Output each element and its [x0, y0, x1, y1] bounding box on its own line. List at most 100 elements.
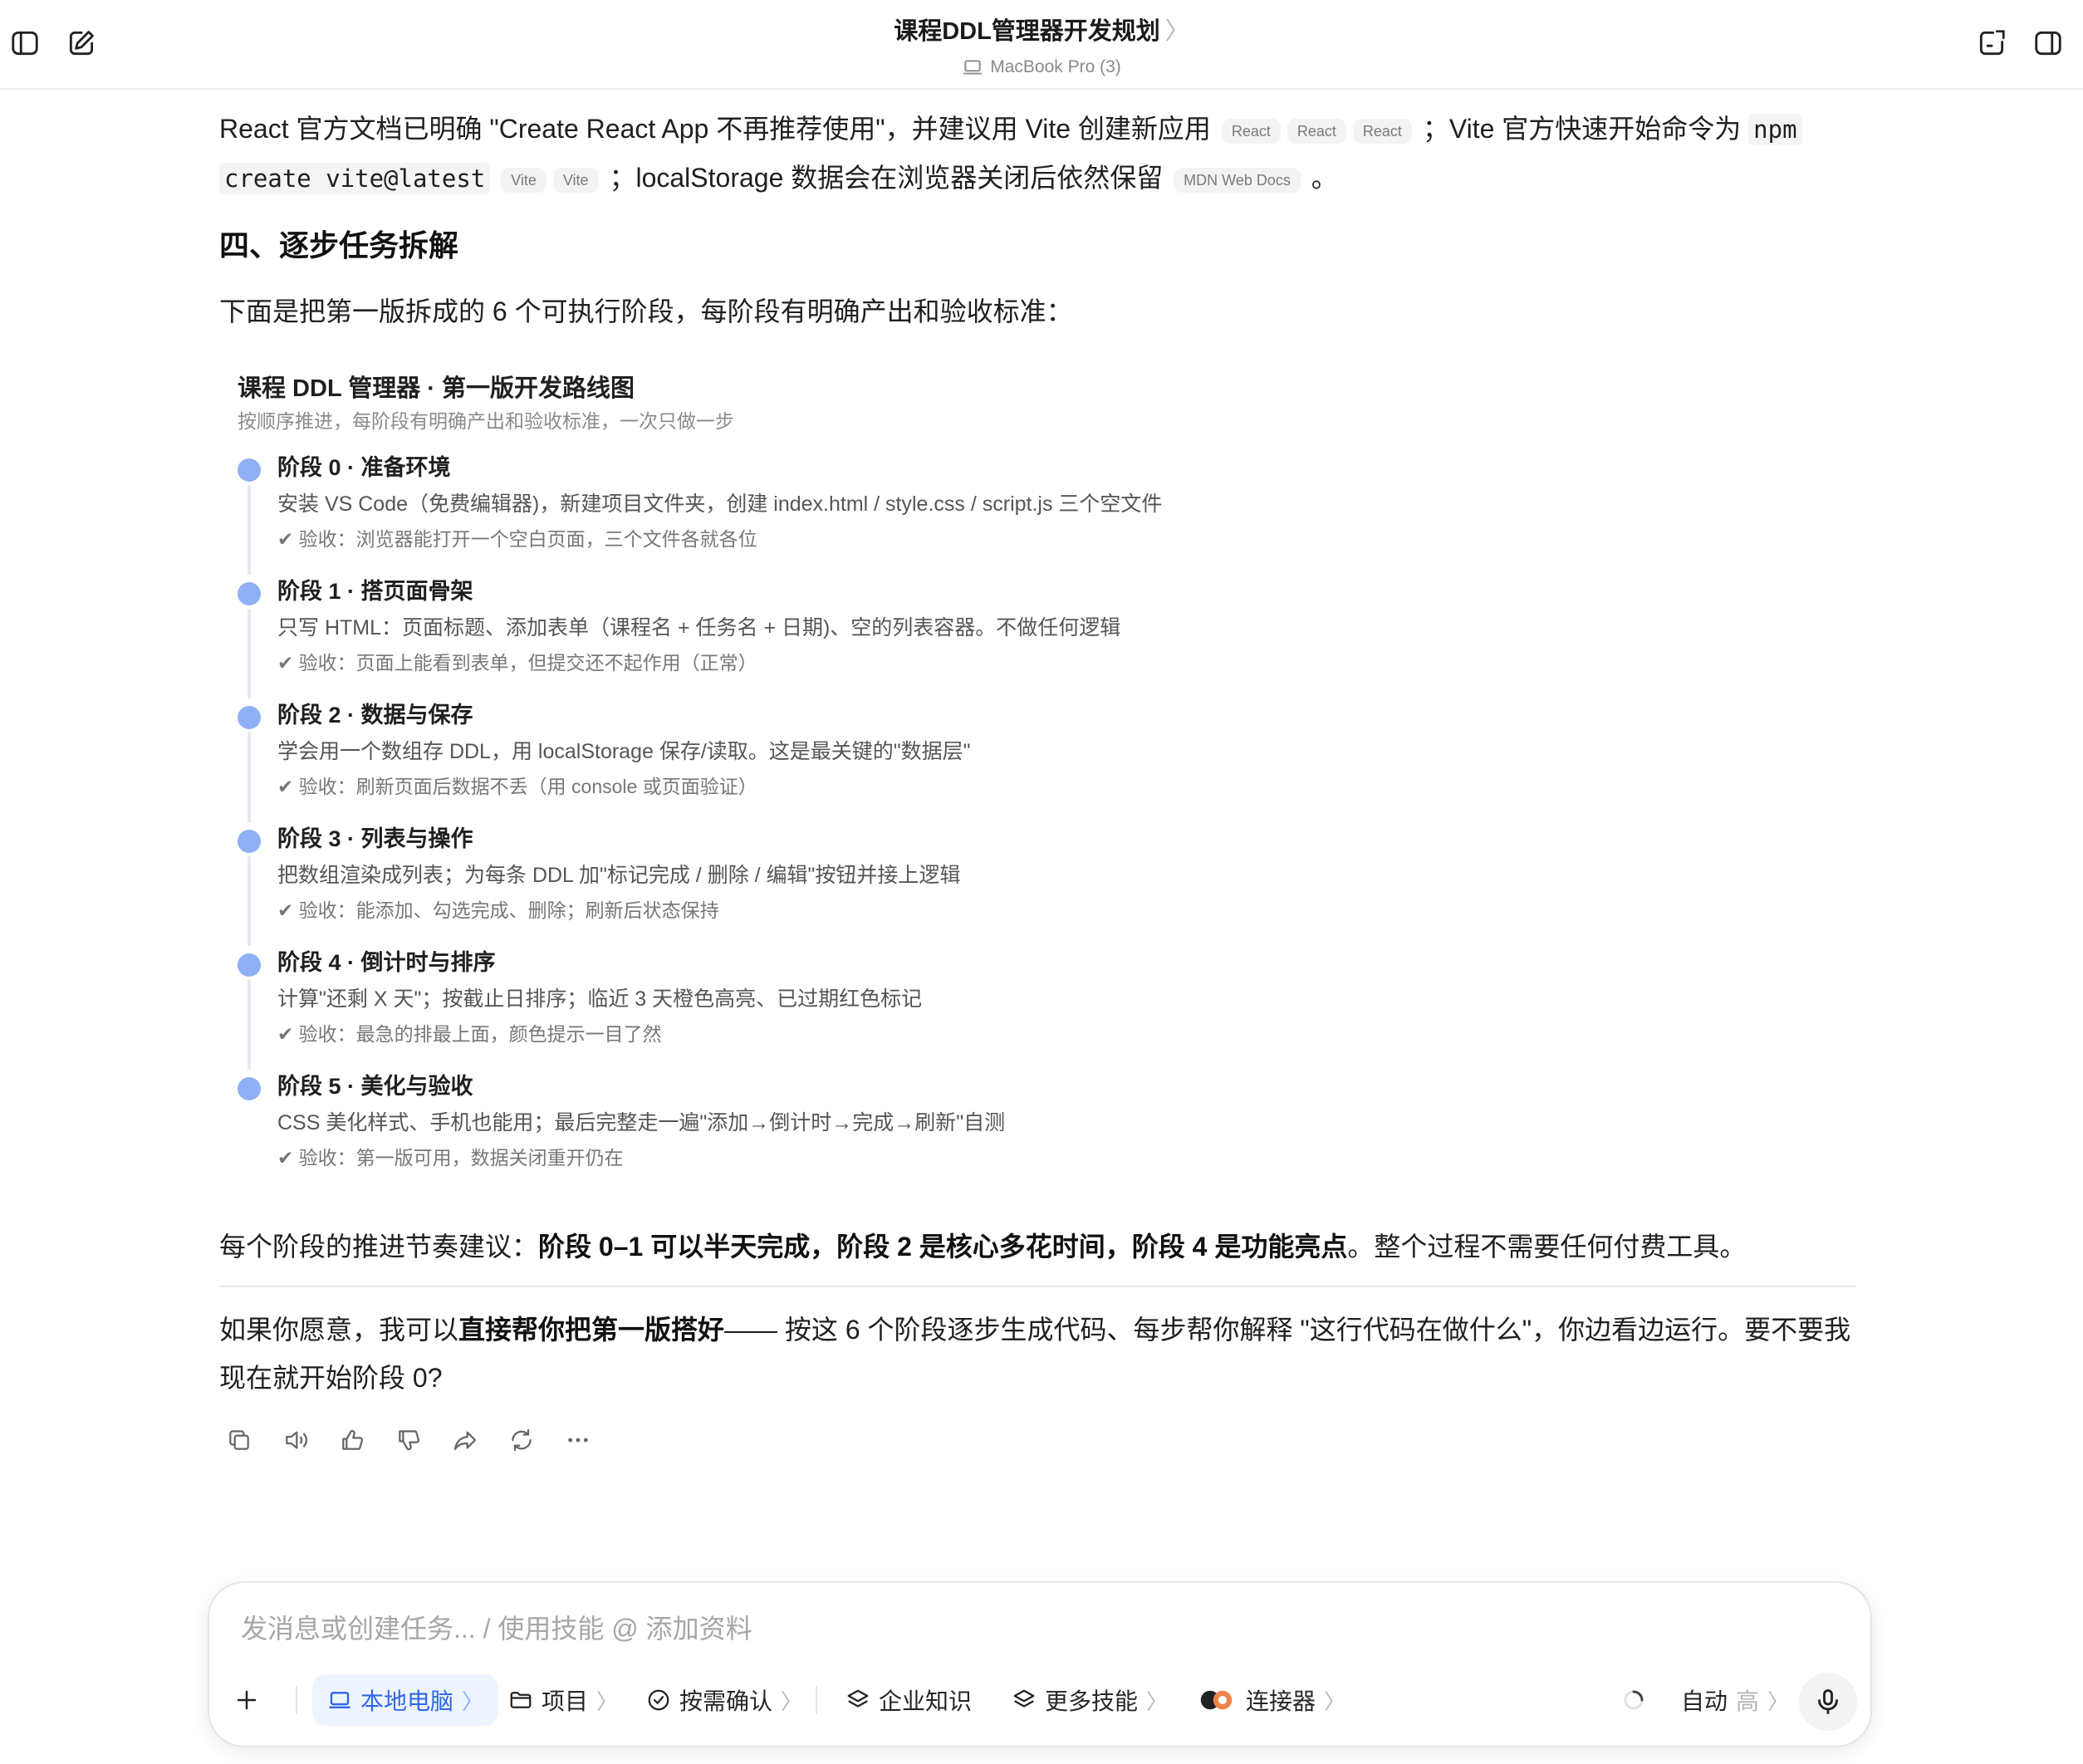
offer-paragraph: 如果你愿意，我可以直接帮你把第一版搭好—— 按这 6 个阶段逐步生成代码、每步帮…	[219, 1306, 1855, 1402]
local-computer-button[interactable]: 本地电脑〉	[312, 1674, 499, 1726]
stage-description: 只写 HTML：页面标题、添加表单（课程名 + 任务名 + 日期)、空的列表容器…	[277, 616, 1121, 639]
stage-title: 阶段 4 · 倒计时与排序	[277, 950, 496, 975]
message-input[interactable]	[239, 1613, 1737, 1645]
mode-level-label: 高	[1736, 1688, 1760, 1714]
stage-acceptance: ✔ 验收：能添加、勾选完成、删除；刷新后状态保持	[277, 899, 719, 921]
roadmap-card: 课程 DDL 管理器 · 第一版开发路线图 按顺序推进，每阶段有明确产出和验收标…	[238, 372, 1400, 1191]
new-window-icon[interactable]	[1970, 22, 2013, 65]
voice-input-button[interactable]	[1799, 1673, 1857, 1731]
device-name: MacBook Pro (3)	[990, 57, 1121, 76]
roadmap-subtitle: 按顺序推进，每阶段有明确产出和验收标准，一次只做一步	[238, 410, 734, 432]
message-composer: 本地电脑〉 项目〉 按需确认〉 企业知识 更多技能〉 连接器〉 自动 高〉	[208, 1581, 1872, 1747]
sources-text-1: React 官方文档已明确 "Create React App 不再推荐使用"，…	[219, 114, 1211, 144]
citation-chip-react[interactable]: React	[1352, 118, 1412, 144]
citation-chip-react[interactable]: React	[1287, 118, 1346, 144]
stage-2: 阶段 2 · 数据与保存 学会用一个数组存 DDL，用 localStorage…	[238, 696, 1400, 822]
stage-title: 阶段 2 · 数据与保存	[277, 703, 473, 728]
citation-chip-vite[interactable]: Vite	[552, 167, 599, 193]
chevron-right-icon: 〉	[596, 1688, 619, 1714]
stage-1: 阶段 1 · 搭页面骨架 只写 HTML：页面标题、添加表单（课程名 + 任务名…	[238, 572, 1400, 698]
stage-acceptance: ✔ 验收：浏览器能打开一个空白页面，三个文件各就各位	[277, 528, 757, 550]
top-bar: 课程DDL管理器开发规划〉 MacBook Pro (3)	[0, 0, 2083, 90]
assistant-message: React 官方文档已明确 "Create React App 不再推荐使用"，…	[219, 105, 1855, 1453]
layers-icon	[1013, 1689, 1035, 1708]
conversation-header: 课程DDL管理器开发规划〉 MacBook Pro (3)	[0, 12, 2083, 78]
inline-code: npm	[1748, 114, 1802, 145]
chevron-right-icon: 〉	[1164, 18, 1189, 45]
add-attachment-button[interactable]	[234, 1674, 259, 1726]
stage-description: 安装 VS Code（免费编辑器)，新建项目文件夹，创建 index.html …	[277, 492, 1163, 516]
folder-icon	[510, 1692, 532, 1708]
section-heading: 四、逐步任务拆解	[219, 228, 459, 262]
stage-acceptance: ✔ 验收：页面上能看到表单，但提交还不起作用（正常）	[277, 652, 757, 674]
model-mode-button[interactable]: 自动 高〉	[1681, 1674, 1789, 1726]
microphone-icon	[1818, 1689, 1838, 1714]
connector-apps-icon	[1200, 1690, 1233, 1710]
conversation-title-text: 课程DDL管理器开发规划	[894, 18, 1160, 45]
device-label: MacBook Pro (3)	[0, 56, 2083, 78]
citation-chip-mdn[interactable]: MDN Web Docs	[1174, 167, 1301, 193]
sources-text-3: ；localStorage 数据会在浏览器关闭后依然保留	[609, 163, 1164, 193]
citation-chip-react[interactable]: React	[1221, 118, 1281, 144]
stage-description: 学会用一个数组存 DDL，用 localStorage 保存/读取。这是最关键的…	[277, 740, 971, 763]
inline-code: create vite@latest	[219, 163, 491, 194]
toolbar-divider	[296, 1686, 297, 1714]
stage-title: 阶段 5 · 美化与验收	[277, 1074, 473, 1099]
confirm-mode-label: 按需确认	[679, 1688, 773, 1714]
timeline-line	[248, 485, 251, 575]
roadmap-title: 课程 DDL 管理器 · 第一版开发路线图	[238, 375, 635, 402]
conversation-title[interactable]: 课程DDL管理器开发规划〉	[0, 12, 2083, 47]
timeline-line	[248, 733, 251, 822]
stage-description: CSS 美化样式、手机也能用；最后完整走一遍"添加→倒计时→完成→刷新"自测	[277, 1111, 1006, 1134]
speaker-icon[interactable]	[282, 1427, 309, 1453]
pacing-note-emphasis: 阶段 0–1 可以半天完成，阶段 2 是核心多花时间，阶段 4 是功能亮点	[538, 1232, 1348, 1262]
toolbar-divider	[816, 1686, 817, 1714]
confirm-mode-button[interactable]: 按需确认〉	[646, 1674, 802, 1726]
regenerate-icon[interactable]	[508, 1427, 535, 1453]
thumbs-down-icon[interactable]	[395, 1427, 422, 1453]
mode-auto-label: 自动	[1681, 1688, 1728, 1714]
thumbs-up-icon[interactable]	[339, 1427, 365, 1453]
timeline-dot	[238, 458, 261, 482]
more-skills-button[interactable]: 更多技能〉	[1012, 1674, 1168, 1726]
pacing-note: 每个阶段的推进节奏建议：阶段 0–1 可以半天完成，阶段 2 是核心多花时间，阶…	[219, 1223, 1855, 1271]
laptop-icon	[963, 60, 983, 75]
timeline-dot	[238, 582, 261, 605]
stage-title: 阶段 0 · 准备环境	[277, 455, 451, 480]
pacing-note-tail: 。整个过程不需要任何付费工具。	[1347, 1232, 1747, 1262]
connectors-button[interactable]: 连接器〉	[1199, 1674, 1345, 1726]
intro-paragraph: 下面是把第一版拆成的 6 个可执行阶段，每阶段有明确产出和验收标准：	[219, 296, 1073, 326]
copy-icon[interactable]	[226, 1427, 252, 1453]
layers-icon	[847, 1689, 869, 1708]
laptop-icon	[329, 1692, 350, 1708]
chevron-right-icon: 〉	[1146, 1688, 1169, 1714]
roadmap-timeline: 阶段 0 · 准备环境 安装 VS Code（免费编辑器)，新建项目文件夹，创建…	[238, 448, 1400, 1191]
stage-title: 阶段 1 · 搭页面骨架	[277, 579, 473, 604]
more-skills-label: 更多技能	[1045, 1688, 1139, 1714]
offer-emphasis: 直接帮你把第一版搭好	[458, 1315, 725, 1345]
more-icon[interactable]	[565, 1427, 591, 1453]
timeline-dot	[238, 1077, 261, 1100]
timeline-line	[248, 980, 251, 1070]
offer-lead: 如果你愿意，我可以	[219, 1315, 459, 1345]
sources-text-2: ；Vite 官方快速开始命令为	[1422, 114, 1742, 144]
stage-5: 阶段 5 · 美化与验收 CSS 美化样式、手机也能用；最后完整走一遍"添加→倒…	[238, 1067, 1400, 1191]
check-circle-icon	[648, 1689, 669, 1711]
chevron-right-icon: 〉	[1767, 1688, 1790, 1714]
stage-acceptance: ✔ 验收：最急的排最上面，颜色提示一目了然	[277, 1023, 662, 1045]
stage-description: 计算"还剩 X 天"；按截止日排序；临近 3 天橙色高亮、已过期红色标记	[277, 987, 923, 1011]
enterprise-knowledge-button[interactable]: 企业知识	[845, 1674, 972, 1726]
timeline-line	[248, 609, 251, 698]
connectors-label: 连接器	[1246, 1688, 1316, 1714]
right-panel-toggle-icon[interactable]	[2027, 22, 2070, 65]
stage-acceptance: ✔ 验收：刷新页面后数据不丢（用 console 或页面验证）	[277, 776, 757, 797]
timeline-line	[248, 856, 251, 946]
project-button[interactable]: 项目〉	[508, 1674, 618, 1726]
pacing-note-lead: 每个阶段的推进节奏建议：	[219, 1232, 539, 1262]
divider	[219, 1286, 1855, 1287]
local-computer-label: 本地电脑	[360, 1688, 454, 1714]
citation-chip-vite[interactable]: Vite	[501, 167, 546, 193]
stage-3: 阶段 3 · 列表与操作 把数组渲染成列表；为每条 DDL 加"标记完成 / 删…	[238, 820, 1400, 946]
share-icon[interactable]	[452, 1427, 478, 1453]
enterprise-knowledge-label: 企业知识	[879, 1688, 973, 1714]
